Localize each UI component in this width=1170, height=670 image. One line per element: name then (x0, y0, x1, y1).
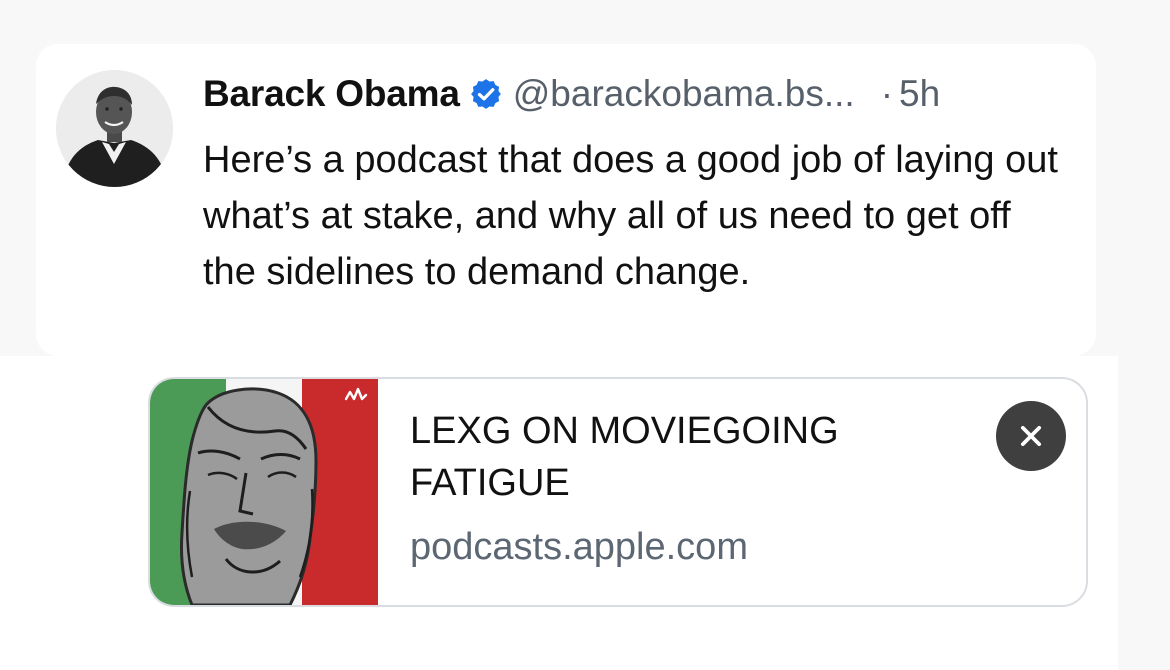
post-timestamp[interactable]: 5h (899, 73, 940, 115)
podcast-art-icon (150, 379, 378, 605)
podcast-thumbnail (150, 379, 378, 605)
avatar[interactable] (56, 70, 173, 187)
separator-dot: · (880, 73, 894, 114)
profile-photo-icon (56, 70, 173, 187)
embed-title[interactable]: LEXG ON MOVIEGOING FATIGUE (410, 405, 930, 509)
embed-domain[interactable]: podcasts.apple.com (410, 521, 748, 573)
close-icon (1020, 425, 1042, 447)
author-name[interactable]: Barack Obama (203, 73, 460, 115)
close-button[interactable] (996, 401, 1066, 471)
author-handle[interactable]: @barackobama.bs... (513, 73, 855, 115)
post-header: Barack Obama @barackobama.bs... · 5h (203, 70, 940, 118)
link-preview-card[interactable]: LEXG ON MOVIEGOING FATIGUE podcasts.appl… (148, 377, 1088, 607)
verified-badge-icon (470, 79, 501, 109)
post-text: Here’s a podcast that does a good job of… (203, 139, 1058, 293)
